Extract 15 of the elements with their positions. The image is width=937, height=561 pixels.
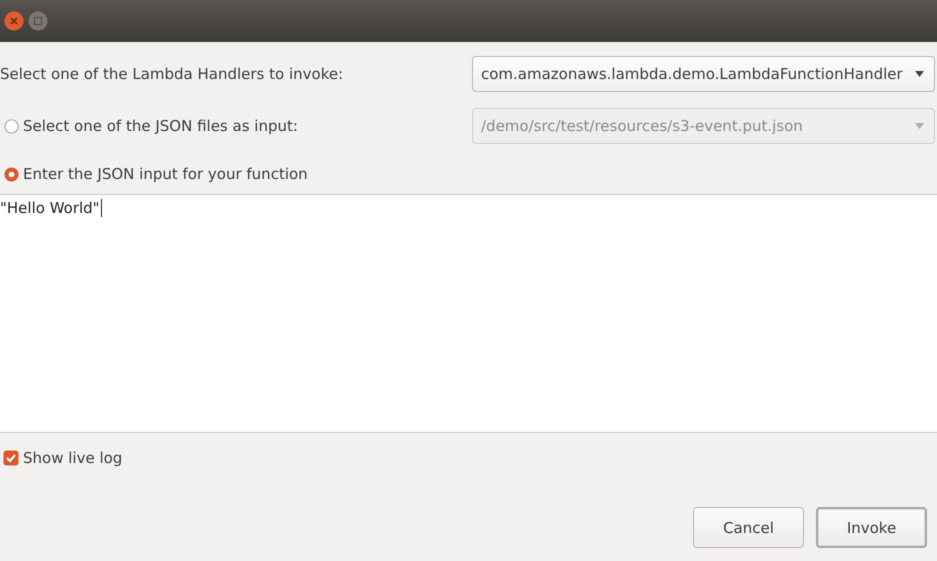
radio-label[interactable]: Enter the JSON input for your function xyxy=(23,165,308,183)
handler-dropdown[interactable]: com.amazonaws.lambda.demo.LambdaFunctionHandler xyxy=(472,56,935,92)
radio-button[interactable] xyxy=(4,118,19,134)
radio-button[interactable] xyxy=(4,166,19,182)
caret-icon xyxy=(915,123,924,129)
maximize-icon[interactable] xyxy=(28,11,48,31)
caret-icon xyxy=(915,71,924,77)
close-icon[interactable] xyxy=(4,11,24,31)
radio-label[interactable]: Select one of the JSON files as input: xyxy=(23,117,298,135)
dialog-button[interactable]: Invoke xyxy=(816,507,927,548)
handler-label: Select one of the Lambda Handlers to invoke: xyxy=(0,65,344,83)
checkbox-label[interactable]: Show live log xyxy=(23,449,122,467)
dialog-button[interactable]: Cancel xyxy=(693,507,804,548)
checkbox[interactable] xyxy=(3,450,19,466)
json-input-field[interactable]: "Hello World" xyxy=(0,194,937,433)
